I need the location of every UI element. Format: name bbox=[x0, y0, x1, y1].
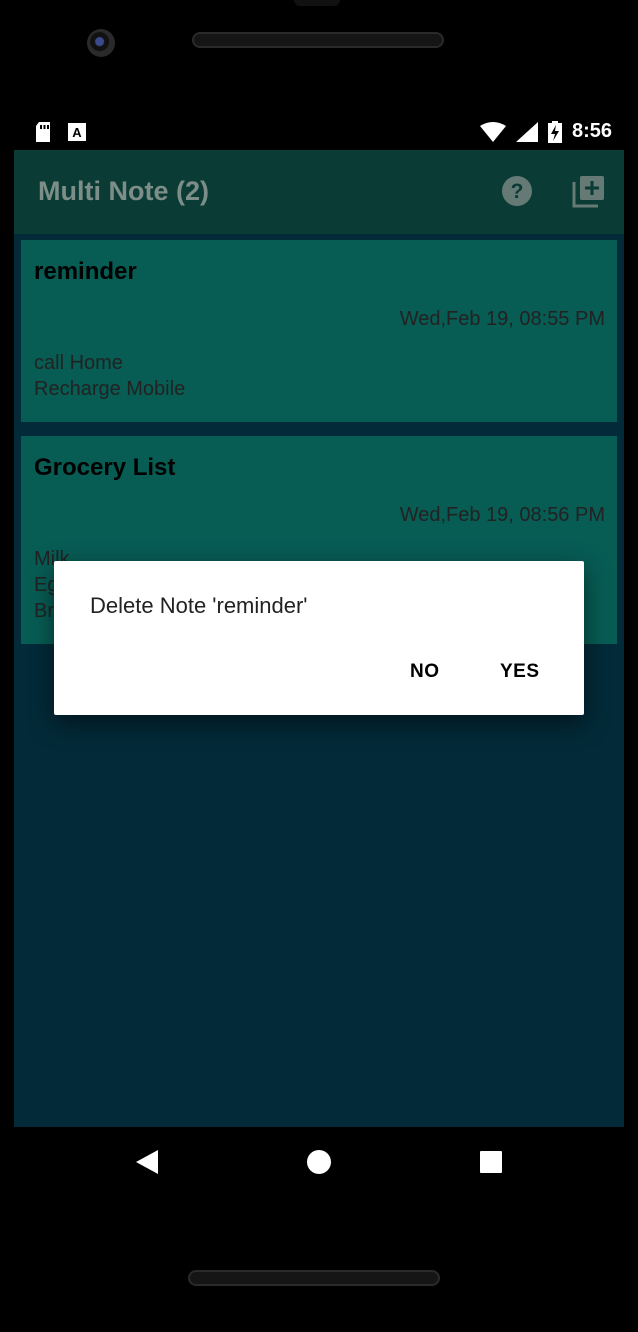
status-right-icons: 8:56 bbox=[479, 120, 612, 143]
status-left-icons: A bbox=[34, 122, 86, 142]
bottom-speaker bbox=[188, 1270, 440, 1286]
dialog-message: Delete Note 'reminder' bbox=[90, 593, 308, 618]
yes-button[interactable]: YES bbox=[500, 661, 540, 683]
earpiece-speaker bbox=[192, 32, 444, 48]
add-note-icon[interactable] bbox=[572, 174, 606, 208]
app-title: Multi Note (2) bbox=[38, 176, 209, 206]
note-title: Grocery List bbox=[34, 454, 176, 481]
app-bar: Multi Note (2) ? bbox=[14, 150, 624, 234]
navigation-bar bbox=[0, 1127, 638, 1197]
device-bezel-top bbox=[0, 0, 638, 120]
no-button[interactable]: NO bbox=[410, 661, 440, 683]
home-icon[interactable] bbox=[306, 1149, 332, 1175]
svg-text:?: ? bbox=[511, 180, 524, 203]
note-date: Wed,Feb 19, 08:56 PM bbox=[399, 504, 605, 526]
note-date: Wed,Feb 19, 08:55 PM bbox=[399, 308, 605, 330]
note-card[interactable]: reminder Wed,Feb 19, 08:55 PM call Home … bbox=[21, 240, 617, 422]
recents-icon[interactable] bbox=[478, 1149, 504, 1175]
battery-charging-icon bbox=[547, 120, 562, 143]
cell-signal-icon bbox=[515, 121, 538, 142]
device-notch bbox=[294, 0, 340, 6]
back-icon[interactable] bbox=[134, 1149, 160, 1175]
sd-card-icon bbox=[36, 122, 50, 142]
status-bar: A 8:56 bbox=[14, 114, 624, 150]
note-body: call Home Recharge Mobile bbox=[34, 352, 186, 400]
delete-confirm-dialog: Delete Note 'reminder' NO YES bbox=[54, 561, 584, 715]
front-camera-icon bbox=[87, 29, 115, 57]
svg-text:A: A bbox=[72, 125, 82, 140]
clock: 8:56 bbox=[571, 120, 612, 142]
note-title: reminder bbox=[34, 258, 137, 285]
help-icon[interactable]: ? bbox=[500, 174, 534, 208]
notification-a-icon: A bbox=[68, 123, 86, 141]
wifi-icon bbox=[479, 121, 506, 142]
